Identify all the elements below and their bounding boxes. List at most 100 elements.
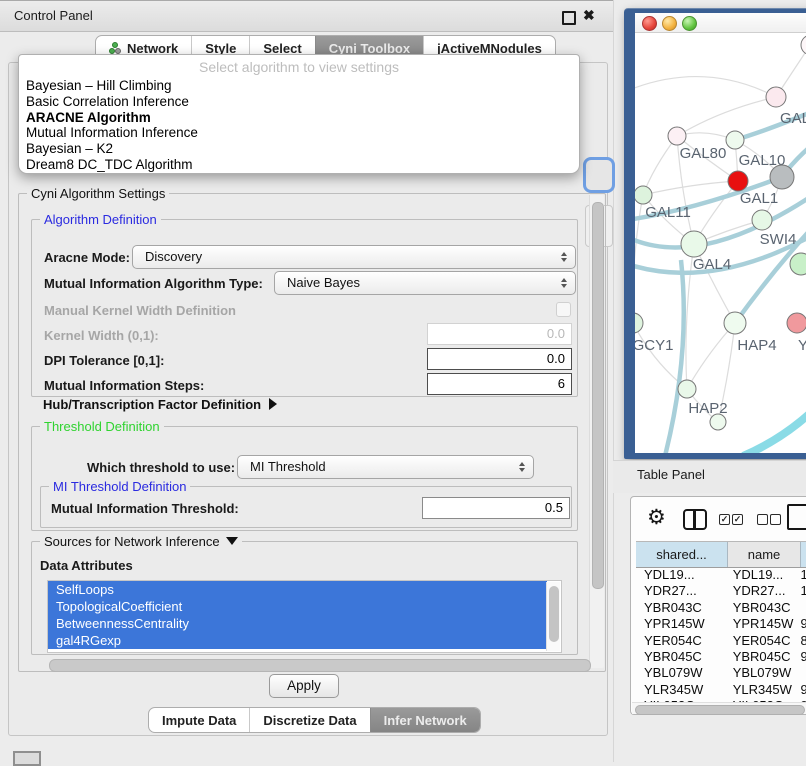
- panel-corner-icon[interactable]: [13, 751, 41, 766]
- network-node[interactable]: [710, 414, 726, 430]
- manual-kernel-checkbox[interactable]: [556, 302, 571, 317]
- network-edge: [687, 323, 735, 389]
- network-node-gal4[interactable]: [681, 231, 707, 257]
- dropdown-prompt: Select algorithm to view settings: [19, 59, 579, 75]
- settings-scrollbar[interactable]: [589, 195, 604, 668]
- kernel-width-field[interactable]: 0.0: [427, 323, 572, 345]
- table-row[interactable]: YBL079WYBL079W: [636, 665, 806, 681]
- mi-type-value: Naive Bayes: [287, 275, 360, 290]
- mi-threshold-field[interactable]: 0.5: [422, 497, 570, 519]
- column-header[interactable]: A: [801, 542, 806, 567]
- attribute-item[interactable]: gal4RGexp: [48, 632, 547, 649]
- table-row[interactable]: YLR345WYLR345W9.: [636, 682, 806, 698]
- network-node[interactable]: [790, 253, 806, 275]
- minimize-traffic-light[interactable]: [662, 16, 677, 31]
- attribute-item[interactable]: SelfLoops: [48, 581, 547, 598]
- aracne-mode-combo[interactable]: Discovery: [132, 245, 576, 269]
- settings-hscrollbar-thumb[interactable]: [49, 659, 591, 672]
- mi-type-combo[interactable]: Naive Bayes: [274, 271, 576, 295]
- attributes-scrollbar[interactable]: [546, 582, 560, 651]
- table-row[interactable]: YPR145WYPR145W9.: [636, 616, 806, 632]
- tab-label: Infer Network: [384, 713, 467, 728]
- close-traffic-light[interactable]: [642, 16, 657, 31]
- table-row[interactable]: YDR27...YDR27...12: [636, 583, 806, 599]
- network-canvas[interactable]: GALGAL80GAL10GAL1GAL11SWI4GAL4GCY1HAP4YH…: [635, 32, 806, 453]
- network-node[interactable]: [770, 165, 794, 189]
- attributes-scrollbar-thumb[interactable]: [549, 586, 559, 642]
- column-header[interactable]: shared...: [636, 542, 728, 567]
- table-row[interactable]: YBR043CYBR043C: [636, 600, 806, 616]
- algorithm-option[interactable]: Bayesian – K2: [24, 141, 574, 157]
- algorithm-option[interactable]: ARACNE Algorithm: [24, 110, 574, 126]
- table-row[interactable]: YER054CYER054C8.: [636, 633, 806, 649]
- dpi-tolerance-field[interactable]: 0.0: [427, 348, 572, 370]
- network-window-frame: GALGAL80GAL10GAL1GAL11SWI4GAL4GCY1HAP4YH…: [624, 8, 806, 459]
- tab-impute-data[interactable]: Impute Data: [149, 708, 249, 732]
- network-node-hap2[interactable]: [678, 380, 696, 398]
- tab-label: Discretize Data: [263, 713, 356, 728]
- node-label: GCY1: [635, 337, 673, 354]
- dropdown-items: Bayesian – Hill ClimbingBasic Correlatio…: [24, 78, 574, 173]
- table-window: ⚙ ✓ ✓ shared...nameA YDL19...YDL19...13Y…: [630, 496, 806, 715]
- tab-discretize-data[interactable]: Discretize Data: [249, 708, 369, 732]
- network-node-y[interactable]: [787, 313, 806, 333]
- network-node-gal[interactable]: [766, 87, 786, 107]
- algorithm-option[interactable]: Mutual Information Inference: [24, 125, 574, 141]
- gear-icon[interactable]: ⚙: [647, 505, 666, 530]
- deselect-all-checkbox-icon[interactable]: [770, 514, 781, 525]
- algorithm-option[interactable]: Basic Correlation Inference: [24, 94, 574, 110]
- attribute-item[interactable]: BetweennessCentrality: [48, 615, 547, 632]
- settings-scrollbar-thumb[interactable]: [592, 202, 604, 589]
- float-window-icon[interactable]: [562, 11, 576, 25]
- table-cell: [797, 665, 806, 681]
- table-cell: 12: [797, 583, 806, 599]
- manual-kernel-label: Manual Kernel Width Definition: [44, 303, 236, 318]
- sources-group-title[interactable]: Sources for Network Inference: [40, 534, 242, 549]
- table-row[interactable]: YBR045CYBR045C9.: [636, 649, 806, 665]
- new-table-icon[interactable]: [787, 504, 806, 530]
- hub-definition-expander[interactable]: Hub/Transcription Factor Definition: [43, 397, 277, 412]
- apply-button[interactable]: Apply: [269, 674, 339, 698]
- network-window-titlebar: [635, 13, 806, 33]
- select-all-checkbox-icon[interactable]: ✓: [719, 514, 730, 525]
- mi-type-label: Mutual Information Algorithm Type:: [44, 276, 263, 291]
- network-node-swi4[interactable]: [752, 210, 772, 230]
- table-cell: YER054C: [636, 633, 725, 649]
- network-node-gal11[interactable]: [635, 186, 652, 204]
- column-header[interactable]: name: [728, 542, 801, 567]
- table-panel-title: Table Panel: [637, 467, 705, 482]
- table-hscrollbar[interactable]: [632, 702, 806, 714]
- network-node-hap4[interactable]: [724, 312, 746, 334]
- network-node[interactable]: [801, 35, 806, 55]
- zoom-traffic-light[interactable]: [682, 16, 697, 31]
- network-window: GALGAL80GAL10GAL1GAL11SWI4GAL4GCY1HAP4YH…: [635, 13, 806, 453]
- mi-steps-field[interactable]: 6: [427, 373, 572, 395]
- algorithm-option[interactable]: Bayesian – Hill Climbing: [24, 78, 574, 94]
- select-all-checkbox-icon[interactable]: ✓: [732, 514, 743, 525]
- table-cell: YBR043C: [725, 600, 797, 616]
- table-cell: YLR345W: [725, 682, 797, 698]
- network-node-gal10[interactable]: [726, 131, 744, 149]
- table-cell: YBR043C: [636, 600, 725, 616]
- mi-threshold-group: MI Threshold Definition Mutual Informati…: [40, 486, 572, 528]
- algorithm-option[interactable]: Dream8 DC_TDC Algorithm: [24, 157, 574, 173]
- table-cell: YBL079W: [725, 665, 797, 681]
- network-node-gal1[interactable]: [728, 171, 748, 191]
- node-label: GAL1: [740, 190, 778, 207]
- which-threshold-label: Which threshold to use:: [87, 460, 235, 475]
- network-node-gal80[interactable]: [668, 127, 686, 145]
- node-label: GAL4: [693, 256, 731, 273]
- table-hscrollbar-thumb[interactable]: [635, 705, 805, 715]
- table-row[interactable]: YDL19...YDL19...13: [636, 567, 806, 583]
- table-cell: 8.: [797, 633, 806, 649]
- which-threshold-combo[interactable]: MI Threshold: [237, 455, 534, 479]
- table-cell: YLR345W: [636, 682, 725, 698]
- attribute-item[interactable]: TopologicalCoefficient: [48, 598, 547, 615]
- columns-icon[interactable]: [683, 509, 707, 530]
- network-node-gcy1[interactable]: [635, 313, 643, 333]
- table-cell: [797, 600, 806, 616]
- tab-infer-network[interactable]: Infer Network: [370, 708, 480, 732]
- deselect-all-checkbox-icon[interactable]: [757, 514, 768, 525]
- table-cell: 13: [797, 567, 806, 583]
- close-icon[interactable]: ✖: [583, 7, 595, 24]
